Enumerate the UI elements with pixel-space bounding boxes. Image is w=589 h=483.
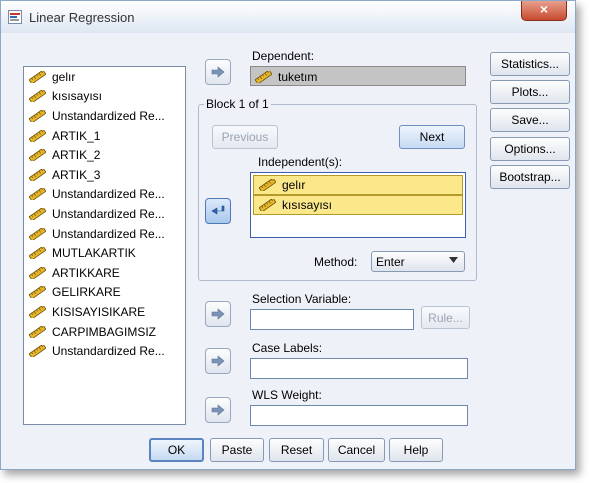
scale-variable-icon [29,228,46,240]
variable-list[interactable]: gelır kısısayısı Unstandardized Re... ARTIK… [23,66,186,425]
app-icon [8,10,22,24]
statistics-button[interactable]: Statistics... [490,52,570,76]
wls-label: WLS Weight: [252,388,322,402]
dependent-field[interactable]: tuketım [250,66,466,86]
arrow-right-icon [211,404,225,416]
save-button[interactable]: Save... [490,108,570,132]
variable-list-item[interactable]: CARPIMBAGIMSIZ [24,322,185,342]
variable-name: kısısayısı [282,198,333,212]
arrow-right-icon [211,66,225,78]
scale-variable-icon [29,208,46,220]
variable-list-item[interactable]: GELIRKARE [24,283,185,303]
variable-list-item[interactable]: ARTIK_1 [24,126,185,146]
scale-variable-icon [29,169,46,181]
wls-weight-field[interactable] [250,405,468,426]
bootstrap-button[interactable]: Bootstrap... [490,165,570,189]
variable-list-item[interactable]: Unstandardized Re... [24,185,185,205]
scale-variable-icon [29,267,46,279]
variable-list-item[interactable]: ARTIKKARE [24,263,185,283]
independent-list-item[interactable]: kısısayısı [253,195,463,215]
scale-variable-icon [255,71,272,83]
variable-list-item[interactable]: gelır [24,67,185,87]
variable-name: Unstandardized Re... [52,206,165,221]
title-bar: Linear Regression × [1,1,575,33]
rule-button[interactable]: Rule... [421,306,470,329]
scale-variable-icon [29,71,46,83]
variable-list-item[interactable]: kısısayısı [24,87,185,107]
variable-name: Unstandardized Re... [52,108,165,123]
variable-name: GELIRKARE [52,285,121,300]
scale-variable-icon [29,110,46,122]
variable-name: kısısayısı [52,89,103,104]
scale-variable-icon [29,345,46,357]
close-icon: × [539,1,549,17]
variable-name: CARPIMBAGIMSIZ [52,324,157,339]
variable-list-item[interactable]: Unstandardized Re... [24,341,185,361]
variable-name: gelır [282,178,306,192]
selection-variable-field[interactable] [250,309,414,330]
method-select[interactable]: Enter [371,251,465,272]
chevron-down-icon [449,257,458,263]
scale-variable-icon [29,326,46,338]
case-labels-label: Case Labels: [252,341,323,355]
scale-variable-icon [29,149,46,161]
plots-button[interactable]: Plots... [490,80,570,104]
variable-name: Unstandardized Re... [52,187,165,202]
variable-list-item[interactable]: Unstandardized Re... [24,224,185,244]
variable-name: Unstandardized Re... [52,344,165,359]
method-value: Enter [376,254,405,269]
variable-name: Unstandardized Re... [52,226,165,241]
move-to-selection-button[interactable] [205,301,231,327]
variable-name: ARTIKKARE [52,265,120,280]
window-title: Linear Regression [29,10,135,25]
block-title: Block 1 of 1 [204,97,271,111]
variable-name: gelır [52,69,76,84]
scale-variable-icon [259,199,276,211]
scale-variable-icon [29,247,46,259]
help-button[interactable]: Help [389,438,443,462]
paste-button[interactable]: Paste [210,438,264,462]
scale-variable-icon [29,286,46,298]
previous-button[interactable]: Previous [212,125,278,149]
variable-name: MUTLAKARTIK [52,246,136,261]
ok-button[interactable]: OK [149,438,204,462]
options-button[interactable]: Options... [490,137,570,161]
scale-variable-icon [29,130,46,142]
variable-name: ARTIK_2 [52,148,101,163]
arrow-back-icon [211,205,225,217]
dependent-label: Dependent: [252,49,315,63]
move-to-wls-button[interactable] [205,397,231,423]
independent-list-item[interactable]: gelır [253,175,463,195]
independents-list[interactable]: gelır kısısayısı [250,172,466,238]
variable-list-item[interactable]: MUTLAKARTIK [24,243,185,263]
move-to-independents-button[interactable] [205,198,231,224]
variable-name: ARTIK_3 [52,167,101,182]
close-button[interactable]: × [521,1,567,21]
scale-variable-icon [29,90,46,102]
reset-button[interactable]: Reset [269,438,324,462]
variable-list-item[interactable]: ARTIK_2 [24,145,185,165]
variable-name: ARTIK_1 [52,128,101,143]
independents-label: Independent(s): [258,155,343,169]
variable-list-item[interactable]: Unstandardized Re... [24,106,185,126]
move-to-case-labels-button[interactable] [205,348,231,374]
cancel-button[interactable]: Cancel [328,438,385,462]
arrow-right-icon [211,308,225,320]
variable-list-item[interactable]: ARTIK_3 [24,165,185,185]
move-to-dependent-button[interactable] [205,59,231,85]
variable-list-item[interactable]: KISISAYISIKARE [24,302,185,322]
dependent-value: tuketım [278,69,318,84]
arrow-right-icon [211,355,225,367]
method-label: Method: [314,255,358,269]
scale-variable-icon [29,306,46,318]
scale-variable-icon [29,188,46,200]
selection-label: Selection Variable: [252,292,352,306]
variable-name: KISISAYISIKARE [52,304,146,319]
case-labels-field[interactable] [250,358,468,379]
next-button[interactable]: Next [399,125,465,149]
variable-list-item[interactable]: Unstandardized Re... [24,204,185,224]
scale-variable-icon [259,179,276,191]
linear-regression-dialog: Linear Regression × gelır kısısayısı Unsta… [0,0,576,470]
